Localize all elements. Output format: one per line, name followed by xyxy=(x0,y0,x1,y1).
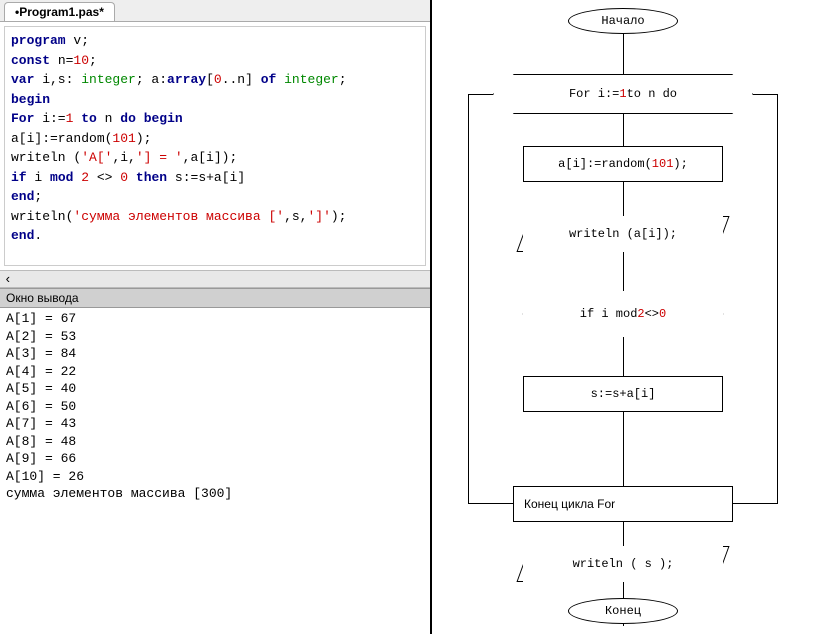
code-editor[interactable]: program v; const n=10; var i,s: integer;… xyxy=(4,26,426,266)
horizontal-scrollbar[interactable]: ‹ xyxy=(0,270,430,288)
flow-sum: s:=s+a[i] xyxy=(523,376,723,412)
output-line: A[5] = 40 xyxy=(6,381,76,396)
flowchart-panel: Начало For i:=1 to n do a[i]:=random(101… xyxy=(432,0,814,634)
flow-condition: if i mod 2 <> 0 xyxy=(523,291,723,337)
output-line: A[1] = 67 xyxy=(6,311,76,326)
flow-writeln-s: writeln ( s ); xyxy=(523,546,723,582)
flow-for: For i:=1 to n do xyxy=(493,74,753,114)
output-line: A[7] = 43 xyxy=(6,416,76,431)
output-panel[interactable]: A[1] = 67 A[2] = 53 A[3] = 84 A[4] = 22 … xyxy=(0,308,430,634)
output-line: сумма элементов массива [300] xyxy=(6,486,232,501)
scroll-left-icon[interactable]: ‹ xyxy=(4,272,12,287)
output-panel-header: Окно вывода xyxy=(0,288,430,308)
output-line: A[3] = 84 xyxy=(6,346,76,361)
output-line: A[2] = 53 xyxy=(6,329,76,344)
kw-var: var xyxy=(11,72,34,87)
output-line: A[10] = 26 xyxy=(6,469,84,484)
flow-writeln-ai: writeln (a[i]); xyxy=(523,216,723,252)
flow-assign: a[i]:=random(101); xyxy=(523,146,723,182)
flow-end-for: Конец цикла For xyxy=(513,486,733,522)
kw-const: const xyxy=(11,53,50,68)
output-line: A[9] = 66 xyxy=(6,451,76,466)
output-line: A[6] = 50 xyxy=(6,399,76,414)
kw-begin: begin xyxy=(11,92,50,107)
flow-end: Конец xyxy=(568,598,678,624)
output-line: A[4] = 22 xyxy=(6,364,76,379)
output-line: A[8] = 48 xyxy=(6,434,76,449)
flow-start: Начало xyxy=(568,8,678,34)
editor-panel: •Program1.pas* program v; const n=10; va… xyxy=(0,0,432,634)
kw-program: program xyxy=(11,33,66,48)
file-tab[interactable]: •Program1.pas* xyxy=(4,2,115,21)
tab-bar: •Program1.pas* xyxy=(0,0,430,22)
